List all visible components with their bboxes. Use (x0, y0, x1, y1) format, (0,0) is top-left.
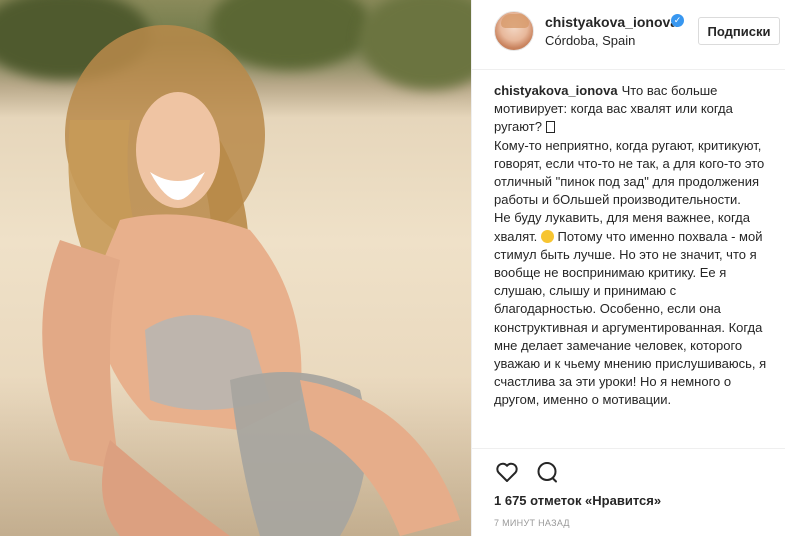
unsupported-emoji-icon (545, 121, 555, 134)
comment-icon[interactable] (534, 459, 560, 485)
location-link[interactable]: Córdoba, Spain (545, 33, 635, 48)
post-timestamp[interactable]: 7 МИНУТ НАЗАД (494, 518, 570, 528)
following-button[interactable]: Подписки (698, 17, 780, 45)
post-photo[interactable] (0, 0, 471, 536)
post-actions: 1 675 отметок «Нравится» 7 МИНУТ НАЗАД (472, 448, 785, 536)
caption-username-link[interactable]: chistyakova_ionova (494, 83, 618, 98)
username-link[interactable]: chistyakova_ionova (545, 14, 678, 30)
caption-line: Потому что именно похвала - мой стимул б… (494, 228, 767, 408)
verified-badge-icon: ✓ (671, 14, 684, 27)
likes-count[interactable]: 1 675 отметок «Нравится» (494, 493, 661, 508)
post-details-panel: chistyakova_ionova ✓ Córdoba, Spain Подп… (471, 0, 785, 536)
smile-emoji-icon (540, 229, 554, 243)
model-figure (42, 25, 460, 536)
heart-icon[interactable] (494, 459, 520, 485)
post-caption: chistyakova_ionova Что вас больше мотивир… (494, 82, 770, 444)
post-header: chistyakova_ionova ✓ Córdoba, Spain Подп… (472, 0, 785, 70)
caption-line: Кому-то неприятно, когда ругают, критику… (494, 137, 765, 208)
avatar[interactable] (494, 11, 534, 51)
